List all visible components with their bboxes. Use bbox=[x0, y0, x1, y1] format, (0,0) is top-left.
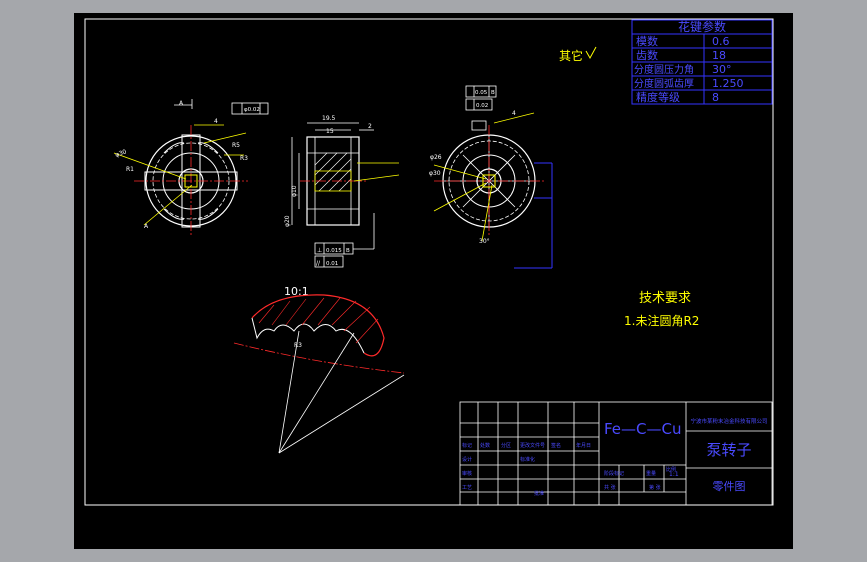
tb-label: 批准 bbox=[534, 490, 544, 497]
company-name: 宁波市某粉末冶金科技有限公司 bbox=[690, 417, 767, 425]
dim-label: φ10 bbox=[291, 185, 298, 197]
roughness-note: 其它 bbox=[559, 48, 583, 63]
tb-label: 比例 bbox=[666, 466, 676, 473]
tb-label: 审核 bbox=[462, 470, 472, 477]
gdt-symbol: // bbox=[316, 260, 321, 267]
gear-row-label: 分度圆弧齿厚 bbox=[634, 77, 694, 90]
section-label: A bbox=[144, 223, 149, 230]
gear-parameter-table: 花键参数 模数 0.6 齿数 18 分度圆压力角 30° 分度圆弧齿厚 1.25… bbox=[631, 19, 773, 105]
side-view: 19.5 15 2 φ10 φ20 ⊥ 0.015 B // 0.01 bbox=[284, 115, 400, 268]
gear-row-label: 分度圆压力角 bbox=[634, 63, 694, 76]
dim-label: R1 bbox=[126, 166, 134, 173]
dim-label: 2 bbox=[368, 123, 372, 130]
dim-label: 19.5 bbox=[322, 115, 336, 122]
dim-label: φ30 bbox=[429, 170, 441, 177]
gear-row-value: 8 bbox=[712, 91, 719, 104]
gdt-value: 0.015 bbox=[326, 248, 342, 254]
detail-radius: R3 bbox=[294, 342, 302, 349]
gear-row-label: 齿数 bbox=[636, 49, 658, 62]
tb-label: 更改文件号 bbox=[520, 442, 545, 449]
tb-label: 分区 bbox=[501, 442, 511, 449]
detail-view: 10:1 R3 bbox=[233, 285, 405, 454]
gdt-datum: B bbox=[346, 248, 350, 254]
tb-label: 工艺 bbox=[462, 485, 472, 491]
tb-label: 签名 bbox=[551, 442, 561, 449]
tb-label: 阶段标记 bbox=[604, 470, 624, 477]
tb-label: 第 张 bbox=[649, 484, 661, 491]
dim-label: 4 bbox=[214, 118, 218, 125]
tb-label: 年月日 bbox=[576, 442, 591, 449]
tb-label: 共 张 bbox=[604, 484, 616, 491]
gear-row-value: 1.250 bbox=[712, 77, 744, 90]
dim-label: φ26 bbox=[430, 154, 442, 161]
gear-row-label: 模数 bbox=[636, 35, 658, 48]
tb-label: 标准化 bbox=[520, 456, 535, 463]
material-label: Fe—C—Cu bbox=[604, 420, 682, 438]
gear-row-label: 精度等级 bbox=[636, 90, 680, 104]
tb-label: 设计 bbox=[462, 456, 472, 463]
gdt-value: 0.01 bbox=[326, 261, 338, 267]
tb-label: 处数 bbox=[480, 442, 490, 449]
gdt-symbol: ⊥ bbox=[317, 247, 322, 254]
gear-row-value: 0.6 bbox=[712, 35, 730, 48]
gdt-datum: B bbox=[491, 90, 495, 96]
front-view: A A φ30 R1 4 R5 R3 φ0.02 bbox=[113, 99, 269, 237]
technical-requirements: 技术要求 1.未注圆角R2 bbox=[624, 291, 699, 328]
tb-label: 重量 bbox=[646, 470, 656, 477]
roughness-symbol bbox=[585, 46, 597, 60]
dim-label: 15 bbox=[326, 128, 334, 135]
gdt-value: 0.02 bbox=[476, 103, 488, 109]
section-label: A bbox=[179, 100, 184, 107]
dim-label: φ20 bbox=[284, 215, 291, 227]
gdt-value: 0.05 bbox=[475, 90, 488, 96]
tolerance-value: φ0.02 bbox=[244, 107, 260, 113]
drawing-sheet: 花键参数 模数 0.6 齿数 18 分度圆压力角 30° 分度圆弧齿厚 1.25… bbox=[74, 13, 793, 549]
gear-table-title: 花键参数 bbox=[678, 19, 726, 34]
cad-drawing: 花键参数 模数 0.6 齿数 18 分度圆压力角 30° 分度圆弧齿厚 1.25… bbox=[84, 18, 774, 506]
tech-req-title: 技术要求 bbox=[639, 291, 691, 306]
tb-label: 标记 bbox=[462, 442, 472, 449]
dim-label: R5 bbox=[232, 142, 240, 149]
dim-label: 4 bbox=[512, 110, 516, 117]
gear-row-value: 18 bbox=[712, 49, 726, 62]
part-name: 泵转子 bbox=[706, 441, 751, 459]
dim-label: 30° bbox=[479, 238, 490, 245]
gear-row-value: 30° bbox=[712, 63, 732, 76]
right-view: 0.05 B 0.02 4 φ26 φ30 30° bbox=[429, 85, 553, 269]
drawing-type: 零件图 bbox=[713, 480, 746, 493]
tech-req-item: 1.未注圆角R2 bbox=[624, 313, 699, 328]
dim-label: R3 bbox=[240, 155, 248, 162]
